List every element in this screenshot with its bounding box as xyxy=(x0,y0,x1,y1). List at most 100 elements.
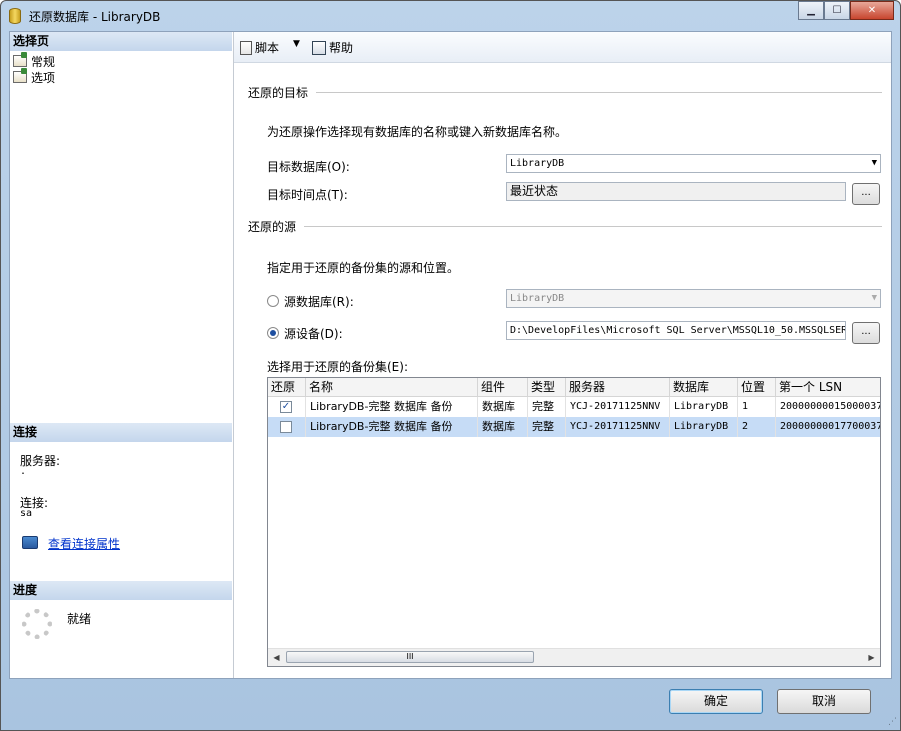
restore-database-window: 还原数据库 - LibraryDB ▁ ☐ ✕ 选择页 常规 选项 连接 服务器… xyxy=(0,0,901,731)
close-button[interactable]: ✕ xyxy=(850,1,894,20)
database-icon xyxy=(9,8,21,24)
column-header-database[interactable]: 数据库 xyxy=(670,378,738,396)
cell-database: LibraryDB xyxy=(670,417,738,437)
target-database-label: 目标数据库(O): xyxy=(267,160,350,174)
scroll-right-icon: ▶ xyxy=(868,653,875,662)
column-header-server[interactable]: 服务器 xyxy=(566,378,670,396)
from-database-label: 源数据库(R): xyxy=(284,295,354,309)
restore-checkbox[interactable]: ✓ xyxy=(280,401,292,413)
page-item-label: 选项 xyxy=(31,70,56,85)
source-section-title: 还原的源 xyxy=(248,220,297,234)
help-button[interactable]: 帮助 xyxy=(312,39,353,56)
cell-first-lsn: 20000000017700037 xyxy=(776,417,880,437)
backup-sets-label: 选择用于还原的备份集(E): xyxy=(267,360,408,374)
from-device-radio[interactable] xyxy=(267,327,279,339)
chevron-down-icon: ▼ xyxy=(871,293,877,303)
script-button[interactable]: 脚本 xyxy=(240,39,279,56)
server-value: . xyxy=(20,466,27,477)
scroll-left-icon: ◀ xyxy=(273,653,280,662)
dialog-client: 选择页 常规 选项 连接 服务器: . 连接: sa 查看连接属性 进度 就绪 xyxy=(9,31,892,679)
connection-properties-icon xyxy=(22,536,38,549)
left-pane: 选择页 常规 选项 连接 服务器: . 连接: sa 查看连接属性 进度 就绪 xyxy=(10,32,234,678)
cell-server: YCJ-20171125NNV xyxy=(566,397,670,417)
column-header-restore[interactable]: 还原 xyxy=(268,378,306,396)
source-description: 指定用于还原的备份集的源和位置。 xyxy=(267,261,460,275)
maximize-button[interactable]: ☐ xyxy=(824,1,850,20)
right-pane: 脚本 ▼ 帮助 还原的目标 为还原操作选择现有数据库的名称或键入新数据库名称。 … xyxy=(234,32,891,678)
page-item-label: 常规 xyxy=(31,54,56,69)
cell-component: 数据库 xyxy=(478,397,528,417)
from-database-value: LibraryDB xyxy=(510,293,565,304)
from-device-field[interactable]: D:\DevelopFiles\Microsoft SQL Server\MSS… xyxy=(506,321,846,340)
cell-server: YCJ-20171125NNV xyxy=(566,417,670,437)
select-page-header: 选择页 xyxy=(10,32,232,51)
horizontal-scrollbar[interactable]: ◀ III ▶ xyxy=(268,648,880,666)
cell-name: LibraryDB-完整 数据库 备份 xyxy=(306,417,478,437)
section-divider xyxy=(304,226,882,227)
minimize-button[interactable]: ▁ xyxy=(798,1,824,20)
table-row[interactable]: ✓ LibraryDB-完整 数据库 备份 数据库 完整 YCJ-2017112… xyxy=(268,397,880,417)
help-label: 帮助 xyxy=(329,41,354,55)
chevron-down-icon: ▼ xyxy=(871,158,877,168)
column-header-name[interactable]: 名称 xyxy=(306,378,478,396)
view-connection-properties-link[interactable]: 查看连接属性 xyxy=(48,535,120,552)
page-icon xyxy=(13,52,27,67)
column-header-type[interactable]: 类型 xyxy=(528,378,566,396)
title-bar[interactable]: 还原数据库 - LibraryDB ▁ ☐ ✕ xyxy=(1,1,900,31)
backup-sets-grid[interactable]: 还原 名称 组件 类型 服务器 数据库 位置 第一个 LSN ✓ Library… xyxy=(267,377,881,667)
target-description: 为还原操作选择现有数据库的名称或键入新数据库名称。 xyxy=(267,125,568,139)
from-device-value: D:\DevelopFiles\Microsoft SQL Server\MSS… xyxy=(510,325,846,336)
grid-header: 还原 名称 组件 类型 服务器 数据库 位置 第一个 LSN xyxy=(268,378,880,397)
help-icon xyxy=(312,40,326,55)
cancel-button[interactable]: 取消 xyxy=(777,689,871,714)
window-controls: ▁ ☐ ✕ xyxy=(798,1,894,21)
column-header-component[interactable]: 组件 xyxy=(478,378,528,396)
progress-spinner-icon xyxy=(22,609,52,639)
progress-header: 进度 xyxy=(10,581,232,600)
resize-grip-icon[interactable]: ⋰ xyxy=(888,717,897,727)
scroll-right-button[interactable]: ▶ xyxy=(863,649,880,666)
table-row[interactable]: LibraryDB-完整 数据库 备份 数据库 完整 YCJ-20171125N… xyxy=(268,417,880,437)
scroll-left-button[interactable]: ◀ xyxy=(268,649,285,666)
target-section-title: 还原的目标 xyxy=(248,86,309,100)
target-database-value: LibraryDB xyxy=(510,158,565,169)
toolbar: 脚本 ▼ 帮助 xyxy=(234,32,891,63)
page-item-general[interactable]: 常规 xyxy=(13,52,56,69)
cell-component: 数据库 xyxy=(478,417,528,437)
from-database-combo[interactable]: LibraryDB ▼ xyxy=(506,289,881,308)
cell-name: LibraryDB-完整 数据库 备份 xyxy=(306,397,478,417)
connection-value: sa xyxy=(20,508,33,519)
cell-type: 完整 xyxy=(528,417,566,437)
from-device-label: 源设备(D): xyxy=(284,327,343,341)
close-icon: ✕ xyxy=(867,5,877,16)
target-time-label: 目标时间点(T): xyxy=(267,188,348,202)
scroll-thumb[interactable]: III xyxy=(286,651,534,663)
dropdown-arrow-icon: ▼ xyxy=(293,39,300,49)
target-time-value: 最近状态 xyxy=(510,184,559,198)
cell-type: 完整 xyxy=(528,397,566,417)
cell-database: LibraryDB xyxy=(670,397,738,417)
section-divider xyxy=(316,92,882,93)
progress-status: 就绪 xyxy=(67,612,92,626)
cell-position: 2 xyxy=(738,417,776,437)
page-item-options[interactable]: 选项 xyxy=(13,68,56,85)
connection-header: 连接 xyxy=(10,423,232,442)
cell-position: 1 xyxy=(738,397,776,417)
script-dropdown-button[interactable]: ▼ xyxy=(293,39,300,49)
cell-first-lsn: 20000000015000037 xyxy=(776,397,880,417)
script-icon xyxy=(240,40,252,55)
from-database-radio[interactable] xyxy=(267,295,279,307)
page-icon xyxy=(13,68,27,83)
maximize-icon: ☐ xyxy=(832,5,842,16)
column-header-position[interactable]: 位置 xyxy=(738,378,776,396)
target-time-browse-button[interactable]: ... xyxy=(852,183,880,205)
window-title: 还原数据库 - LibraryDB xyxy=(29,10,161,24)
minimize-icon: ▁ xyxy=(807,5,815,16)
target-time-field[interactable]: 最近状态 xyxy=(506,182,846,201)
target-database-combo[interactable]: LibraryDB ▼ xyxy=(506,154,881,173)
restore-checkbox[interactable] xyxy=(280,421,292,433)
script-label: 脚本 xyxy=(255,41,280,55)
column-header-first-lsn[interactable]: 第一个 LSN xyxy=(776,378,880,396)
ok-button[interactable]: 确定 xyxy=(669,689,763,714)
from-device-browse-button[interactable]: ... xyxy=(852,322,880,344)
